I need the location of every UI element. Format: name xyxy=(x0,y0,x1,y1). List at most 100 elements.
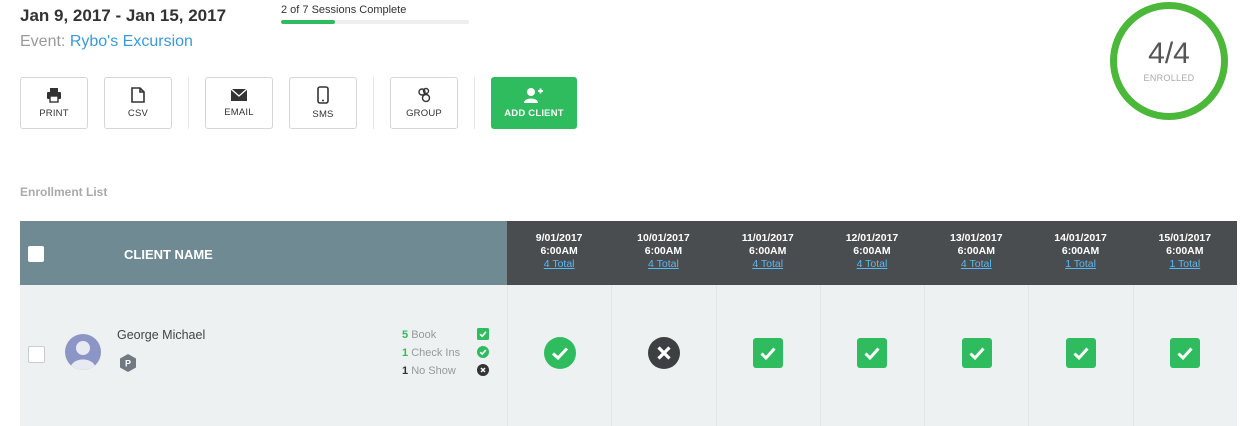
stat-book-count: 5 xyxy=(402,329,409,341)
attendance-cell[interactable] xyxy=(819,285,925,426)
session-date: 10/01/2017 xyxy=(637,232,690,244)
date-range: Jan 9, 2017 - Jan 15, 2017 xyxy=(20,6,227,25)
sms-button[interactable]: SMS xyxy=(289,77,357,129)
check-circle-icon xyxy=(543,337,576,374)
pass-badge-icon: P xyxy=(118,353,138,373)
print-button[interactable]: PRINT xyxy=(20,77,88,129)
stat-noshow-count: 1 xyxy=(402,365,409,377)
attendance-cell[interactable] xyxy=(715,285,820,426)
x-circle-icon xyxy=(647,337,680,374)
session-column-header: 10/01/2017 6:00AM 4 Total xyxy=(611,221,715,285)
checkbox-icon xyxy=(1170,338,1201,373)
session-column-header: 12/01/2017 6:00AM 4 Total xyxy=(820,221,924,285)
avatar[interactable] xyxy=(65,334,101,370)
checkbox-icon xyxy=(477,327,489,345)
session-date: 9/01/2017 xyxy=(535,232,583,244)
section-title: Enrollment List xyxy=(20,185,108,199)
session-column-header: 9/01/2017 6:00AM 4 Total xyxy=(507,221,611,285)
stat-book-label: Book xyxy=(411,329,437,341)
enrollment-label: ENROLLED xyxy=(1143,73,1195,83)
session-time: 6:00AM xyxy=(1166,245,1204,257)
pass-badge-text: P xyxy=(125,359,131,369)
enrollment-table: CLIENT NAME 9/01/2017 6:00AM 4 Total 10/01/… xyxy=(20,221,1237,426)
session-column-header: 13/01/2017 6:00AM 4 Total xyxy=(924,221,1028,285)
client-name[interactable]: George Michael xyxy=(117,328,205,342)
mobile-phone-icon xyxy=(317,86,329,104)
client-name-header: CLIENT NAME xyxy=(124,247,213,262)
event-label: Event: xyxy=(20,33,66,50)
check-circle-icon xyxy=(477,345,489,363)
sms-label: SMS xyxy=(312,109,334,120)
session-date: 13/01/2017 xyxy=(950,232,1003,244)
attendance-cell[interactable] xyxy=(611,285,716,426)
session-time: 6:00AM xyxy=(853,245,891,257)
session-column-header: 14/01/2017 6:00AM 1 Total xyxy=(1028,221,1132,285)
x-circle-icon xyxy=(477,363,489,381)
stat-checkins-count: 1 xyxy=(402,347,409,359)
file-icon xyxy=(131,87,145,103)
session-time: 6:00AM xyxy=(749,245,787,257)
stat-checkins-label: Check Ins xyxy=(411,347,461,359)
sessions-progress: 2 of 7 Sessions Complete xyxy=(281,4,469,24)
add-client-label: ADD CLIENT xyxy=(504,108,564,119)
sessions-progress-text: 2 of 7 Sessions Complete xyxy=(281,4,407,16)
checkbox-icon xyxy=(1066,338,1097,373)
session-column-header: 11/01/2017 6:00AM 4 Total xyxy=(716,221,820,285)
session-total-link[interactable]: 4 Total xyxy=(611,258,715,271)
session-total-link[interactable]: 4 Total xyxy=(716,258,820,271)
session-time: 6:00AM xyxy=(957,245,995,257)
group-icon xyxy=(416,87,432,103)
session-total-link[interactable]: 4 Total xyxy=(507,258,611,271)
session-time: 6:00AM xyxy=(540,245,578,257)
add-user-icon xyxy=(524,87,544,103)
attendance-cell[interactable] xyxy=(1028,285,1133,426)
attendance-cell[interactable] xyxy=(924,285,1029,426)
session-date: 12/01/2017 xyxy=(845,232,899,244)
session-total-link[interactable]: 4 Total xyxy=(924,258,1028,271)
toolbar-divider xyxy=(373,77,374,129)
checkbox-icon xyxy=(753,338,784,373)
checkbox-icon xyxy=(857,338,888,373)
csv-button[interactable]: CSV xyxy=(104,77,172,129)
email-button[interactable]: EMAIL xyxy=(205,77,273,129)
csv-label: CSV xyxy=(127,108,149,119)
client-info: George Michael P 5 Book 1 Check Ins 1 No… xyxy=(20,285,507,426)
table-header-sessions: 9/01/2017 6:00AM 4 Total 10/01/2017 6:00AM 4 … xyxy=(507,221,1237,285)
email-label: EMAIL xyxy=(224,107,254,118)
enrollment-count: 4/4 xyxy=(1148,37,1190,70)
session-date: 14/01/2017 xyxy=(1054,232,1107,244)
print-label: PRINT xyxy=(39,108,69,119)
session-total-link[interactable]: 1 Total xyxy=(1028,258,1132,271)
stat-checkins: 1 Check Ins xyxy=(402,344,460,362)
session-time: 6:00AM xyxy=(1061,245,1100,257)
stat-noshow: 1 No Show xyxy=(402,362,460,380)
toolbar-divider xyxy=(474,77,475,129)
group-label: GROUP xyxy=(406,108,442,119)
table-row: George Michael P 5 Book 1 Check Ins 1 No… xyxy=(20,285,1237,426)
enrollment-ring: 4/4 ENROLLED xyxy=(1110,2,1228,120)
stat-book: 5 Book xyxy=(402,326,460,344)
group-button[interactable]: GROUP xyxy=(390,77,458,129)
attendance-cells xyxy=(507,285,1237,426)
attendance-stats: 5 Book 1 Check Ins 1 No Show xyxy=(402,326,460,380)
attendance-cell[interactable] xyxy=(507,285,612,426)
checkbox-icon xyxy=(961,338,992,373)
session-time: 6:00AM xyxy=(644,245,683,257)
stat-icons xyxy=(477,327,491,381)
event-line: Event: Rybo's Excursion xyxy=(20,33,193,51)
session-total-link[interactable]: 4 Total xyxy=(820,258,924,271)
table-header-client: CLIENT NAME xyxy=(20,221,507,285)
select-all-checkbox[interactable] xyxy=(28,246,44,262)
printer-icon xyxy=(46,87,62,103)
progress-fill xyxy=(281,20,335,24)
event-name-link[interactable]: Rybo's Excursion xyxy=(70,33,193,50)
add-client-button[interactable]: ADD CLIENT xyxy=(491,77,577,129)
session-total-link[interactable]: 1 Total xyxy=(1133,258,1237,271)
toolbar-divider xyxy=(188,77,189,129)
envelope-icon xyxy=(230,88,248,102)
session-date: 11/01/2017 xyxy=(741,232,794,244)
progress-track xyxy=(281,20,469,24)
row-checkbox[interactable] xyxy=(28,346,45,363)
attendance-cell[interactable] xyxy=(1132,285,1237,426)
stat-noshow-label: No Show xyxy=(411,365,456,377)
